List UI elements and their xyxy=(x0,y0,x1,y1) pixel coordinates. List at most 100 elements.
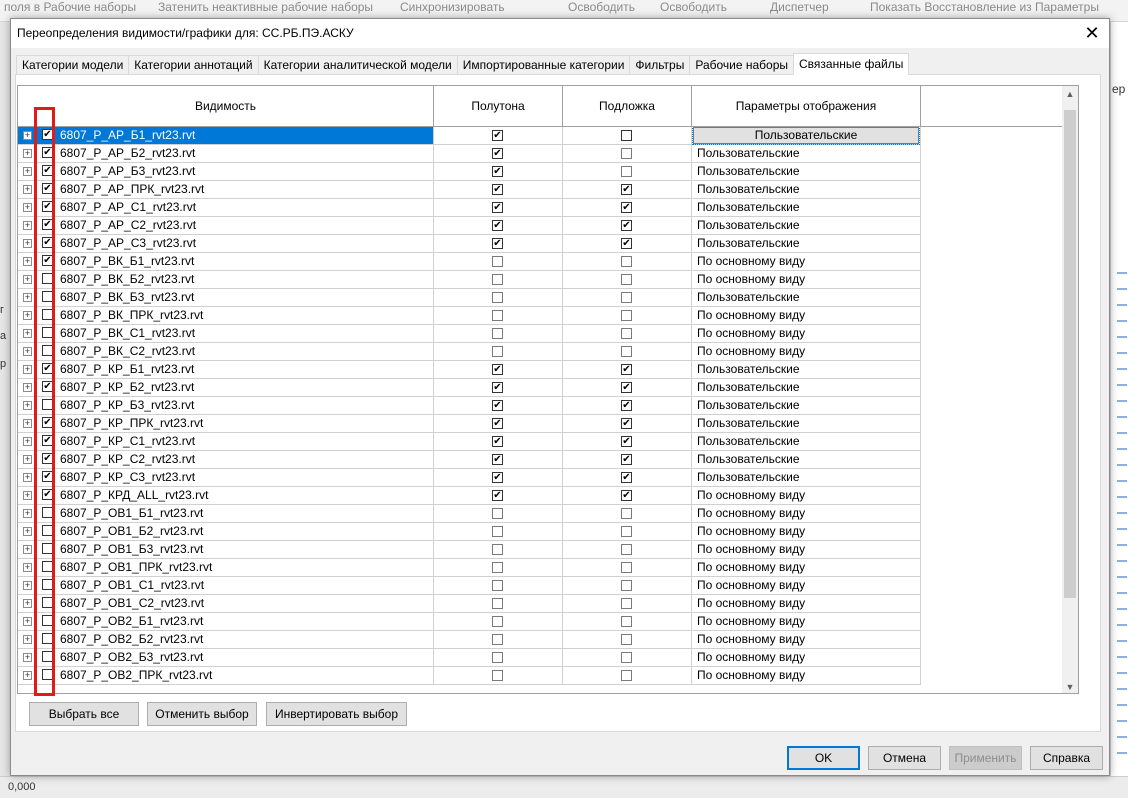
expand-icon[interactable]: + xyxy=(23,437,32,446)
visibility-checkbox[interactable]: ✔ xyxy=(42,381,53,392)
expand-icon[interactable]: + xyxy=(23,545,32,554)
underlay-checkbox[interactable] xyxy=(621,256,632,267)
expand-icon[interactable]: + xyxy=(23,131,32,140)
display-settings-cell[interactable]: По основному виду xyxy=(692,523,921,541)
apply-button[interactable]: Применить xyxy=(949,746,1022,770)
table-row[interactable]: +6807_Р_ОВ1_ПРК_rvt23.rvt По основному ви… xyxy=(18,559,1064,577)
display-settings-cell[interactable]: По основному виду xyxy=(692,271,921,289)
underlay-checkbox[interactable] xyxy=(621,508,632,519)
column-header-display-settings[interactable]: Параметры отображения xyxy=(692,86,921,127)
cancel-button[interactable]: Отмена xyxy=(868,746,941,770)
halftone-checkbox[interactable] xyxy=(492,598,503,609)
visibility-checkbox[interactable] xyxy=(42,291,53,302)
display-settings-cell[interactable]: По основному виду xyxy=(692,631,921,649)
expand-icon[interactable]: + xyxy=(23,617,32,626)
display-settings-cell[interactable]: Пользовательские xyxy=(692,415,921,433)
close-icon[interactable]: ✕ xyxy=(1081,23,1103,43)
visibility-checkbox[interactable]: ✔ xyxy=(42,435,53,446)
underlay-checkbox[interactable] xyxy=(621,562,632,573)
halftone-checkbox[interactable] xyxy=(492,544,503,555)
visibility-checkbox[interactable]: ✔ xyxy=(42,417,53,428)
halftone-checkbox[interactable]: ✔ xyxy=(492,454,503,465)
expand-icon[interactable]: + xyxy=(23,473,32,482)
expand-icon[interactable]: + xyxy=(23,239,32,248)
visibility-checkbox[interactable] xyxy=(42,309,53,320)
invert-selection-button[interactable]: Инвертировать выбор xyxy=(266,702,407,726)
underlay-checkbox[interactable] xyxy=(621,544,632,555)
halftone-checkbox[interactable]: ✔ xyxy=(492,202,503,213)
halftone-checkbox[interactable]: ✔ xyxy=(492,400,503,411)
expand-icon[interactable]: + xyxy=(23,653,32,662)
expand-icon[interactable]: + xyxy=(23,311,32,320)
table-row[interactable]: +6807_Р_ОВ2_Б3_rvt23.rvt По основному вид… xyxy=(18,649,1064,667)
display-settings-cell[interactable]: По основному виду xyxy=(692,325,921,343)
display-settings-cell[interactable]: Пользовательские xyxy=(692,235,921,253)
visibility-checkbox[interactable]: ✔ xyxy=(42,255,53,266)
display-settings-cell[interactable]: Пользовательские xyxy=(692,397,921,415)
expand-icon[interactable]: + xyxy=(23,635,32,644)
expand-icon[interactable]: + xyxy=(23,293,32,302)
expand-icon[interactable]: + xyxy=(23,383,32,392)
table-row[interactable]: +6807_Р_ОВ2_ПРК_rvt23.rvt По основному ви… xyxy=(18,667,1064,685)
underlay-checkbox[interactable]: ✔ xyxy=(621,184,632,195)
underlay-checkbox[interactable] xyxy=(621,292,632,303)
display-settings-cell[interactable]: По основному виду xyxy=(692,649,921,667)
underlay-checkbox[interactable] xyxy=(621,580,632,591)
select-all-button[interactable]: Выбрать все xyxy=(29,702,139,726)
table-row[interactable]: +6807_Р_КР_Б3_rvt23.rvt ✔ ✔ Пользовательски… xyxy=(18,397,1064,415)
halftone-checkbox[interactable]: ✔ xyxy=(492,148,503,159)
table-row[interactable]: +6807_Р_ОВ2_Б1_rvt23.rvt По основному вид… xyxy=(18,613,1064,631)
visibility-checkbox[interactable]: ✔ xyxy=(42,489,53,500)
table-row[interactable]: + ✔ 6807_Р_ВК_Б1_rvt23.rvt По основному вид… xyxy=(18,253,1064,271)
table-row[interactable]: +6807_Р_ВК_С2_rvt23.rvt По основному виду xyxy=(18,343,1064,361)
halftone-checkbox[interactable] xyxy=(492,508,503,519)
table-row[interactable]: + ✔ 6807_Р_АР_С1_rvt23.rvt ✔ ✔ Пользовательск… xyxy=(18,199,1064,217)
column-header-underlay[interactable]: Подложка xyxy=(563,86,692,127)
tab-4[interactable]: Фильтры xyxy=(629,55,690,75)
display-settings-cell[interactable]: По основному виду xyxy=(692,487,921,505)
expand-icon[interactable]: + xyxy=(23,257,32,266)
table-row[interactable]: + ✔ 6807_Р_АР_С3_rvt23.rvt ✔ ✔ Пользовательск… xyxy=(18,235,1064,253)
display-settings-cell[interactable]: Пользовательские xyxy=(692,145,921,163)
visibility-checkbox[interactable] xyxy=(42,525,53,536)
visibility-checkbox[interactable]: ✔ xyxy=(42,147,53,158)
ok-button[interactable]: OK xyxy=(787,746,860,770)
help-button[interactable]: Справка xyxy=(1030,746,1103,770)
expand-icon[interactable]: + xyxy=(23,563,32,572)
tab-6[interactable]: Связанные файлы xyxy=(793,53,910,75)
underlay-checkbox[interactable] xyxy=(621,274,632,285)
visibility-checkbox[interactable] xyxy=(42,651,53,662)
halftone-checkbox[interactable]: ✔ xyxy=(492,238,503,249)
expand-icon[interactable]: + xyxy=(23,167,32,176)
table-row[interactable]: + ✔ 6807_Р_АР_Б1_rvt23.rvt ✔ Пользовательски… xyxy=(18,127,1064,145)
expand-icon[interactable]: + xyxy=(23,671,32,680)
halftone-checkbox[interactable] xyxy=(492,562,503,573)
expand-icon[interactable]: + xyxy=(23,203,32,212)
halftone-checkbox[interactable]: ✔ xyxy=(492,220,503,231)
table-row[interactable]: +6807_Р_ВК_Б3_rvt23.rvt Пользовательские xyxy=(18,289,1064,307)
expand-icon[interactable]: + xyxy=(23,419,32,428)
display-settings-cell[interactable]: Пользовательские xyxy=(692,379,921,397)
table-row[interactable]: +6807_Р_ОВ1_Б3_rvt23.rvt По основному вид… xyxy=(18,541,1064,559)
visibility-checkbox[interactable]: ✔ xyxy=(42,129,53,140)
underlay-checkbox[interactable]: ✔ xyxy=(621,418,632,429)
tab-1[interactable]: Категории аннотаций xyxy=(128,55,258,75)
display-settings-cell[interactable]: Пользовательские xyxy=(692,451,921,469)
expand-icon[interactable]: + xyxy=(23,365,32,374)
table-row[interactable]: + ✔ 6807_Р_АР_Б2_rvt23.rvt ✔ Пользовательски… xyxy=(18,145,1064,163)
visibility-checkbox[interactable] xyxy=(42,615,53,626)
visibility-checkbox[interactable] xyxy=(42,543,53,554)
expand-icon[interactable]: + xyxy=(23,329,32,338)
underlay-checkbox[interactable]: ✔ xyxy=(621,202,632,213)
scrollbar-thumb[interactable] xyxy=(1064,110,1076,598)
table-row[interactable]: + ✔ 6807_Р_АР_ПРК_rvt23.rvt ✔ ✔ Пользовательс… xyxy=(18,181,1064,199)
table-row[interactable]: +6807_Р_ОВ1_С1_rvt23.rvt По основному вид… xyxy=(18,577,1064,595)
halftone-checkbox[interactable] xyxy=(492,292,503,303)
display-settings-cell[interactable]: По основному виду xyxy=(692,505,921,523)
underlay-checkbox[interactable] xyxy=(621,310,632,321)
underlay-checkbox[interactable]: ✔ xyxy=(621,238,632,249)
table-row[interactable]: +6807_Р_ВК_Б2_rvt23.rvt По основному виду xyxy=(18,271,1064,289)
visibility-checkbox[interactable] xyxy=(42,273,53,284)
table-row[interactable]: + ✔ 6807_Р_КРД_ALL_rvt23.rvt ✔ ✔ По основному… xyxy=(18,487,1064,505)
underlay-checkbox[interactable] xyxy=(621,346,632,357)
